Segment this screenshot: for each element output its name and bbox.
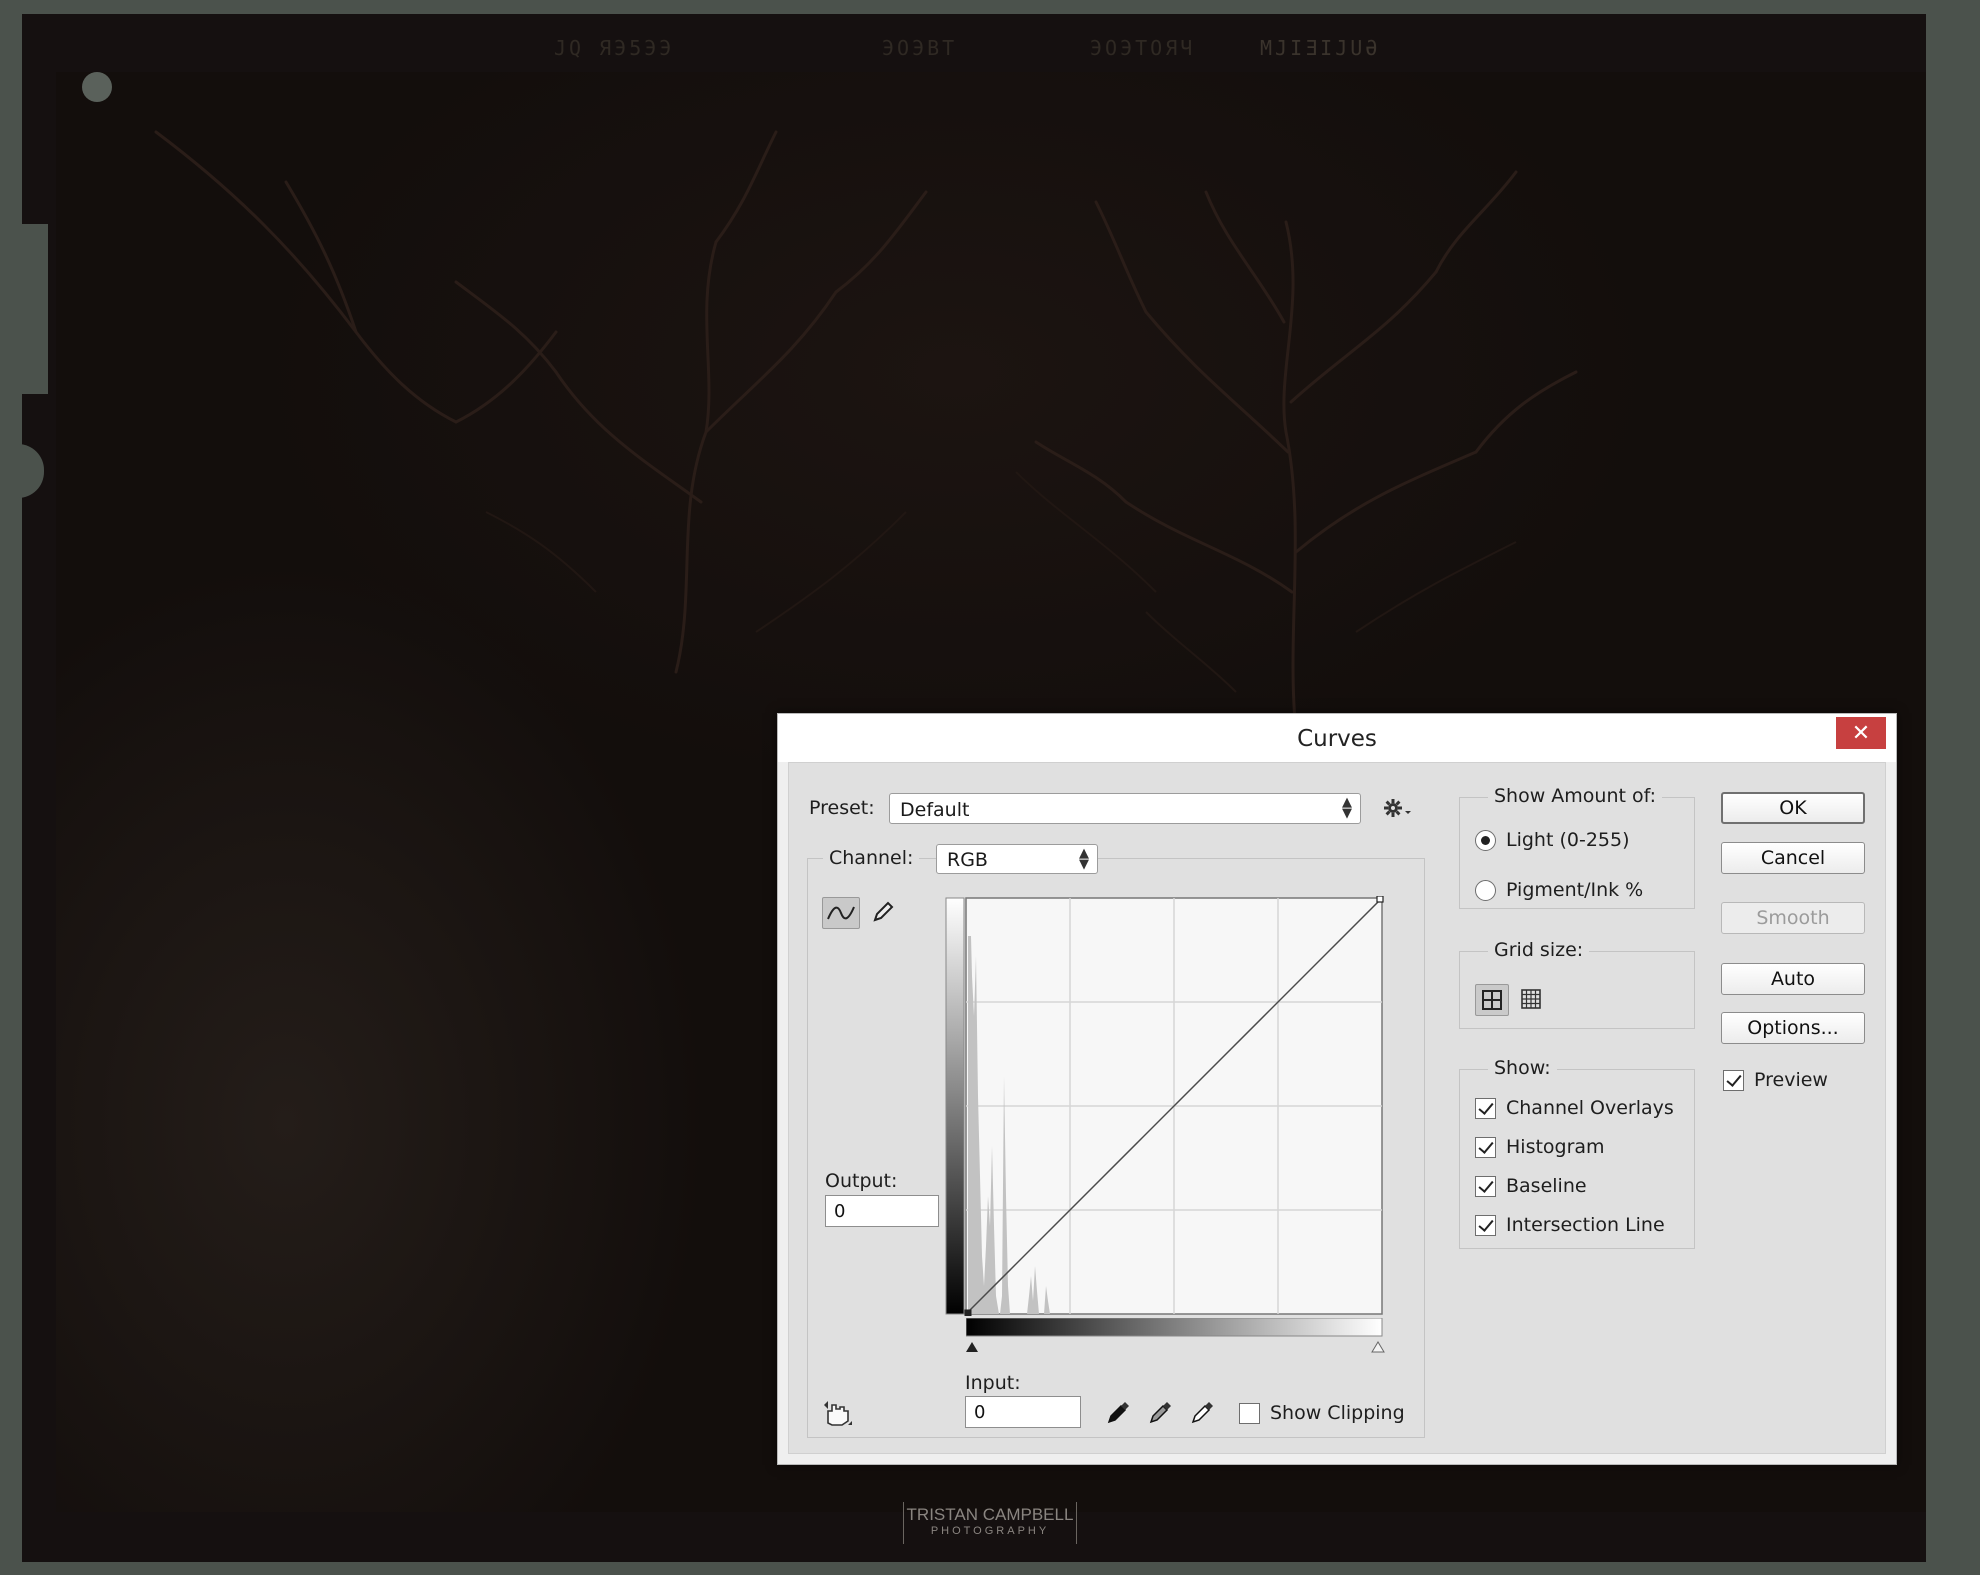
preview-label: Preview	[1754, 1069, 1828, 1091]
select-arrows-icon: ▲ ▼	[1342, 795, 1352, 821]
pencil-icon	[873, 901, 894, 922]
histogram-checkbox[interactable]: Histogram	[1475, 1136, 1605, 1158]
hand-adjust-icon	[824, 1401, 852, 1426]
targeted-adjustment-tool[interactable]	[821, 1399, 857, 1429]
preset-label: Preset:	[809, 797, 875, 819]
input-gradient-bar	[966, 1318, 1383, 1337]
ok-button[interactable]: OK	[1721, 792, 1865, 824]
curves-graph[interactable]	[944, 896, 1384, 1316]
dialog-title: Curves	[1297, 726, 1377, 752]
film-edge-code: MJIƎIJUӘ	[1260, 36, 1381, 60]
grid-size-title: Grid size:	[1488, 939, 1590, 961]
light-radio[interactable]: Light (0-255)	[1475, 829, 1630, 851]
radio-dot	[1475, 829, 1496, 851]
curve-endpoint-black[interactable]	[964, 1309, 972, 1316]
detailed-grid-button[interactable]	[1513, 984, 1549, 1014]
select-arrows-icon: ▲ ▼	[1079, 846, 1089, 872]
channel-overlays-checkbox[interactable]: Channel Overlays	[1475, 1097, 1674, 1119]
show-clipping-label: Show Clipping	[1270, 1402, 1405, 1424]
channel-value: RGB	[947, 849, 988, 871]
checkbox-box	[1239, 1402, 1260, 1424]
checkbox-box	[1475, 1097, 1496, 1119]
film-notch	[18, 224, 48, 394]
output-gradient-bar	[945, 897, 965, 1315]
dialog-body: Preset: Default ▲ ▼ Channel: RGB ▲ ▼ Out…	[788, 762, 1886, 1454]
preset-select[interactable]: Default ▲ ▼	[889, 793, 1361, 824]
histogram-label: Histogram	[1506, 1136, 1605, 1158]
watermark-subtitle: PHOTOGRAPHY	[930, 1525, 1050, 1537]
baseline-label: Baseline	[1506, 1175, 1587, 1197]
film-edge-code: JQ ЯЭ5ЭЭ	[554, 36, 675, 60]
eyedropper-white-icon	[1191, 1402, 1213, 1424]
grid-4x4-icon	[1482, 990, 1502, 1010]
curve-endpoint-white[interactable]	[1376, 896, 1384, 903]
input-label: Input:	[965, 1372, 1021, 1394]
checkbox-box	[1723, 1069, 1744, 1091]
checkbox-box	[1475, 1136, 1496, 1158]
intersection-line-label: Intersection Line	[1506, 1214, 1665, 1236]
close-icon: ✕	[1851, 720, 1871, 745]
cancel-button[interactable]: Cancel	[1721, 842, 1865, 874]
gray-point-eyedropper[interactable]	[1143, 1397, 1179, 1427]
preset-options-button[interactable]	[1379, 793, 1415, 823]
input-field[interactable]: 0	[965, 1396, 1081, 1428]
radio-dot	[1475, 879, 1496, 901]
eyedropper-black-icon	[1107, 1402, 1129, 1424]
close-button[interactable]: ✕	[1836, 717, 1886, 749]
show-title: Show:	[1488, 1057, 1557, 1079]
curve-icon	[827, 906, 855, 920]
white-point-slider[interactable]	[1371, 1341, 1385, 1353]
auto-button[interactable]: Auto	[1721, 963, 1865, 995]
grid-10x10-icon	[1521, 989, 1541, 1009]
input-gradient-slider[interactable]	[966, 1318, 1386, 1368]
film-punch-hole	[82, 72, 112, 102]
preview-checkbox[interactable]: Preview	[1723, 1069, 1828, 1091]
gear-icon	[1384, 799, 1411, 817]
options-button[interactable]: Options...	[1721, 1012, 1865, 1044]
preset-value: Default	[900, 799, 970, 821]
film-notch	[18, 444, 44, 498]
black-point-slider[interactable]	[966, 1342, 978, 1352]
show-amount-title: Show Amount of:	[1488, 785, 1663, 807]
pencil-tool[interactable]	[865, 897, 901, 927]
dialog-title-bar[interactable]: Curves ✕	[778, 714, 1896, 762]
intersection-line-checkbox[interactable]: Intersection Line	[1475, 1214, 1665, 1236]
checkbox-box	[1475, 1175, 1496, 1197]
show-clipping-checkbox[interactable]: Show Clipping	[1239, 1402, 1405, 1424]
simple-grid-button[interactable]	[1475, 984, 1509, 1016]
eyedropper-gray-icon	[1149, 1402, 1171, 1424]
film-edge-code: ЭОЭВТ	[882, 36, 958, 60]
film-edge-code: ЭОЭТОЯЧ	[1090, 36, 1196, 60]
channel-label: Channel:	[823, 847, 920, 869]
baseline-checkbox[interactable]: Baseline	[1475, 1175, 1587, 1197]
pigment-ink-radio-label: Pigment/Ink %	[1506, 879, 1644, 901]
channel-overlays-label: Channel Overlays	[1506, 1097, 1674, 1119]
smooth-button[interactable]: Smooth	[1721, 902, 1865, 934]
checkbox-box	[1475, 1214, 1496, 1236]
output-field[interactable]: 0	[825, 1195, 939, 1227]
curve-point-tool[interactable]	[822, 897, 860, 929]
watermark-name: TRISTAN CAMPBELL	[906, 1505, 1074, 1524]
curves-dialog: Curves ✕ Preset: Default ▲ ▼ Channel: RGB…	[777, 713, 1897, 1465]
black-point-eyedropper[interactable]	[1101, 1397, 1137, 1427]
watermark-logo: TRISTAN CAMPBELL PHOTOGRAPHY	[903, 1502, 1077, 1544]
white-point-eyedropper[interactable]	[1185, 1397, 1221, 1427]
output-label: Output:	[825, 1170, 898, 1192]
light-radio-label: Light (0-255)	[1506, 829, 1630, 851]
channel-select[interactable]: RGB ▲ ▼	[936, 844, 1098, 874]
pigment-ink-radio[interactable]: Pigment/Ink %	[1475, 879, 1643, 901]
